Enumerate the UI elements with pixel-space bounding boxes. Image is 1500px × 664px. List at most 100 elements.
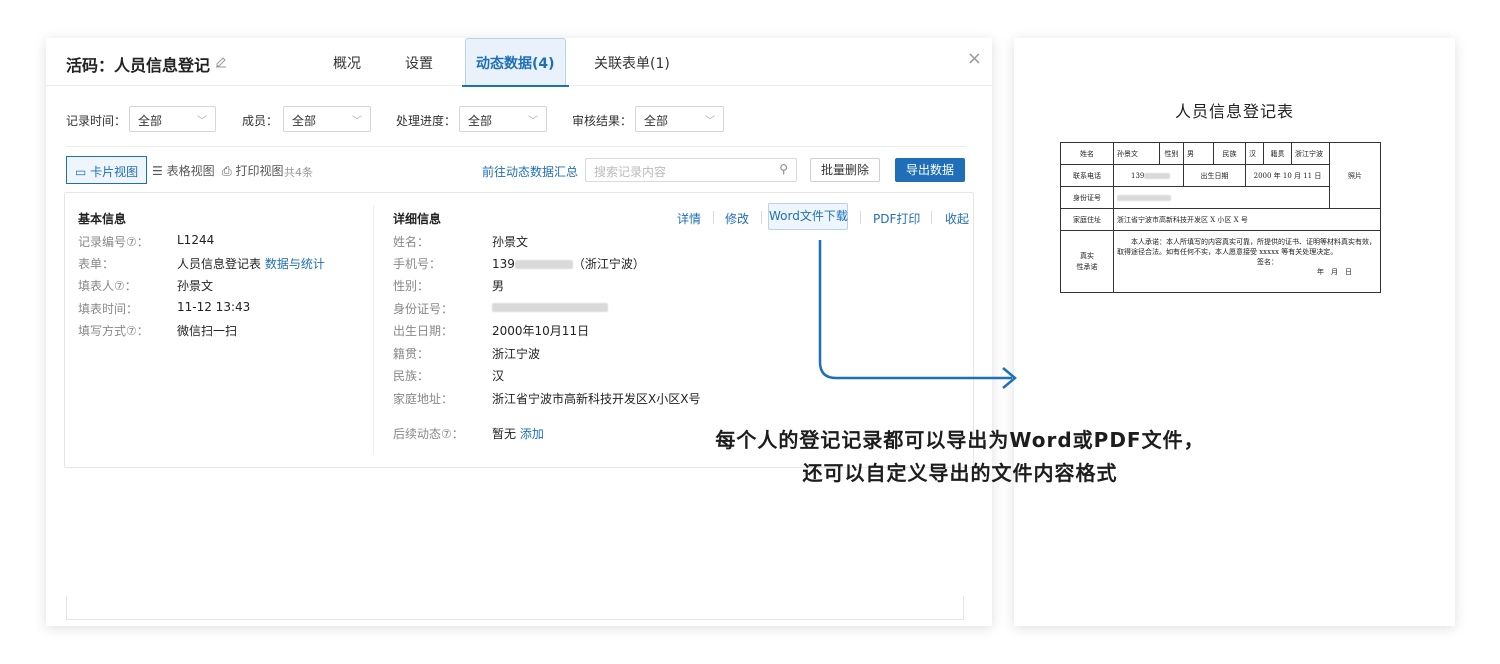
row-value (492, 300, 608, 314)
print-view-button[interactable]: ⎙ 打印视图 (214, 156, 291, 184)
redacted-id (492, 303, 608, 312)
tab-overview[interactable]: 概况 (333, 53, 361, 73)
cell-label: 真实 性承诺 (1060, 230, 1114, 293)
row-label: 身份证号： (393, 302, 454, 316)
filter-progress-select[interactable]: 全部 ﹀ (459, 106, 547, 132)
batch-delete-button[interactable]: 批量删除 (810, 158, 880, 182)
detail-link[interactable]: 详情 (677, 210, 701, 227)
cell-value: 汉 (1245, 142, 1264, 165)
form-name: 人员信息登记表 (177, 257, 262, 271)
edit-link[interactable]: 修改 (725, 210, 749, 227)
row-value: 浙江省宁波市高新科技开发区X小区X号 (492, 392, 701, 406)
cell-value: 浙江省宁波市高新科技开发区 X 小区 X 号 (1113, 208, 1381, 231)
print-icon: ⎙ (222, 164, 232, 178)
filter-label-progress: 处理进度： (396, 114, 457, 128)
followup-value: 暂无 (492, 427, 517, 441)
signature-label: 签名： (1257, 258, 1278, 266)
caption: 每个人的登记记录都可以导出为Word或PDF文件， 还可以自定义导出的文件内容格… (640, 424, 1280, 490)
print-view-label: 打印视图 (235, 164, 284, 178)
divider (713, 211, 714, 224)
chevron-down-icon: ﹀ (528, 116, 538, 127)
row-label: 家庭地址： (393, 392, 454, 406)
chevron-down-icon: ﹀ (352, 116, 362, 127)
collapse-link[interactable]: 收起 (945, 210, 969, 227)
row-label: 手机号： (393, 257, 442, 271)
cell-label: 姓名 (1060, 142, 1114, 165)
tab-settings[interactable]: 设置 (405, 53, 433, 73)
filter-progress-value: 全部 (468, 114, 493, 128)
row-label: 姓名： (393, 235, 430, 249)
redacted-phone (1144, 172, 1171, 179)
cell-label: 民族 (1213, 142, 1246, 165)
row-label: 填表人⑦： (78, 279, 137, 293)
filter-review-select[interactable]: 全部 ﹀ (635, 106, 724, 132)
table-view-label: 表格视图 (166, 164, 215, 178)
row-label: 记录编号⑦： (78, 235, 149, 249)
filter-member-select[interactable]: 全部 ﹀ (283, 106, 371, 132)
row-value: 2000年10月11日 (492, 324, 590, 338)
phone-prefix: 139 (1131, 171, 1145, 180)
row-label: 填写方式⑦： (78, 324, 149, 338)
cell-value: 男 (1183, 142, 1214, 165)
card-view-label: 卡片视图 (90, 165, 139, 179)
redacted-id (1117, 194, 1171, 201)
search-placeholder: 搜索记录内容 (594, 165, 667, 179)
row-label: 性别： (393, 279, 430, 293)
cell-value: 2000 年 10 月 11 日 (1245, 164, 1330, 187)
pledge-label: 真实 (1080, 251, 1094, 260)
export-button[interactable]: 导出数据 (895, 158, 965, 182)
row-value: 浙江宁波 (492, 347, 541, 361)
close-icon[interactable]: × (967, 48, 982, 69)
divider (761, 211, 762, 224)
cell-value: 孙景文 (1113, 142, 1160, 165)
record-card (66, 596, 964, 620)
cell-value: 139 (1113, 164, 1184, 187)
filter-time-select[interactable]: 全部 ﹀ (129, 106, 216, 132)
panel-header: 活码：人员信息登记 概况 设置 动态数据(4) 关联表单(1) × (46, 38, 992, 87)
cell-label: 出生日期 (1183, 164, 1246, 187)
tab-dynamic-data[interactable]: 动态数据(4) (462, 38, 569, 87)
cell-label: 家庭住址 (1060, 208, 1114, 231)
row-label: 填表时间： (78, 302, 139, 316)
basic-info-title: 基本信息 (78, 212, 127, 226)
summary-link[interactable]: 前往动态数据汇总 (482, 163, 578, 180)
detail-info-title: 详细信息 (393, 212, 442, 226)
stats-link[interactable]: 数据与统计 (265, 257, 325, 271)
page-title: 活码：人员信息登记 (66, 56, 211, 75)
row-label: 籍贯： (393, 347, 430, 361)
toolbar: ▭ 卡片视图 ☰ 表格视图 ⎙ 打印视图 共4条 前往动态数据汇总 搜索记录内容… (66, 156, 966, 186)
pledge-text: 本人承诺：本人所填写的内容真实可靠，所提供的证书、证明等材料真实有效， (1131, 238, 1376, 246)
edit-icon[interactable] (214, 54, 228, 68)
redacted-phone (514, 260, 573, 269)
list-icon: ☰ (152, 164, 163, 178)
row-value: 暂无 添加 (492, 425, 544, 442)
row-label: 出生日期： (393, 324, 454, 338)
pledge-cell: 本人承诺：本人所填写的内容真实可靠，所提供的证书、证明等材料真实有效， 取得途径… (1113, 230, 1381, 293)
photo-cell: 照片 (1329, 142, 1381, 209)
divider (931, 211, 932, 224)
row-value: 男 (492, 279, 505, 293)
chevron-down-icon: ﹀ (197, 116, 207, 127)
pdf-print-link[interactable]: PDF打印 (873, 210, 920, 227)
phone-prefix: 139 (492, 257, 515, 271)
search-input[interactable]: 搜索记录内容 ⚲ (585, 158, 797, 182)
row-value: 139 （浙江宁波） (492, 255, 645, 272)
card-icon: ▭ (75, 165, 87, 179)
registration-table: 姓名 孙景文 性别 男 民族 汉 籍贯 浙江宁波 照片 联系电话 139 出生日… (1060, 142, 1381, 293)
cell-value (1113, 186, 1330, 209)
caption-line: 每个人的登记记录都可以导出为Word或PDF文件， (715, 428, 1205, 452)
record-count: 共4条 (284, 166, 313, 179)
card-view-button[interactable]: ▭ 卡片视图 (66, 156, 148, 184)
search-icon: ⚲ (779, 162, 788, 176)
date-label: 年 月 日 (1317, 268, 1352, 276)
chevron-down-icon: ﹀ (705, 116, 715, 127)
tab-linked-forms[interactable]: 关联表单(1) (594, 53, 670, 73)
add-followup-link[interactable]: 添加 (520, 427, 544, 441)
phone-region: （浙江宁波） (572, 257, 645, 271)
row-value: 人员信息登记表 数据与统计 (177, 255, 325, 272)
divider (373, 205, 374, 455)
row-value: 11-12 13:43 (177, 300, 251, 314)
table-view-button[interactable]: ☰ 表格视图 (144, 156, 223, 184)
word-download-button[interactable]: Word文件下载 (768, 203, 848, 230)
row-label: 表单： (78, 257, 115, 271)
